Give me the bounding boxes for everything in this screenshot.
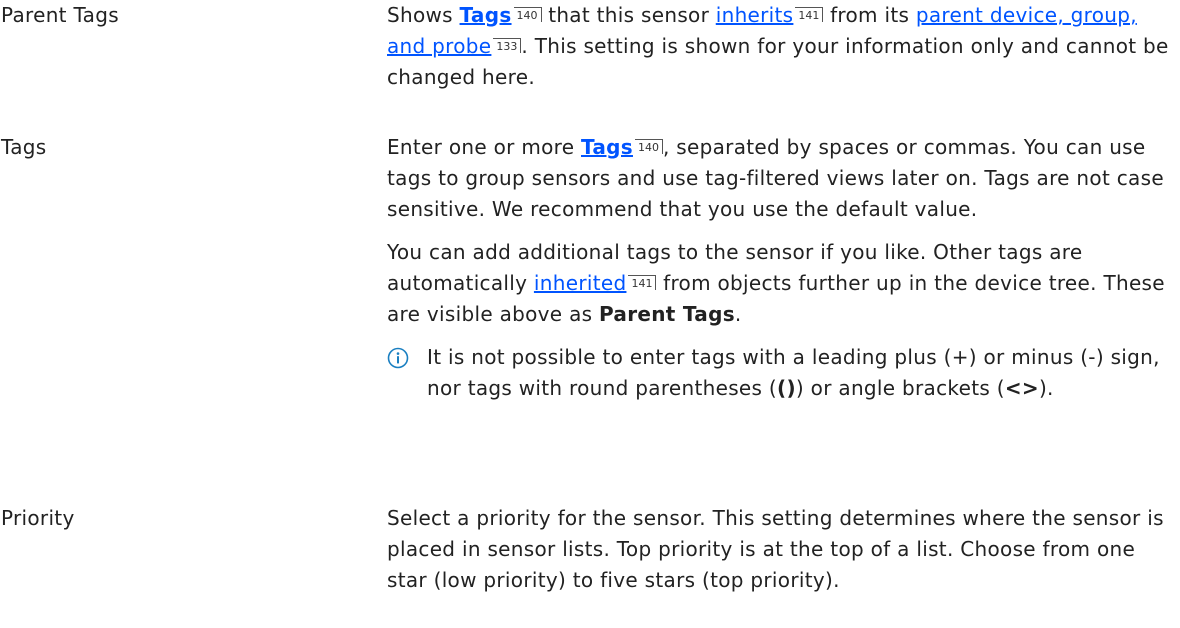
text: Shows [387, 3, 460, 27]
tags-link[interactable]: Tags [460, 3, 512, 27]
priority-description: Select a priority for the sensor. This s… [387, 503, 1177, 596]
text: from its [823, 3, 916, 27]
tags-link[interactable]: Tags [581, 135, 633, 159]
page-ref[interactable]: 140 [513, 7, 542, 22]
text: ). [1038, 376, 1054, 400]
text: that this sensor [541, 3, 716, 27]
page-ref[interactable]: 141 [795, 7, 824, 22]
text: ) or angle brackets ( [795, 376, 1005, 400]
inherits-link[interactable]: inherits [716, 3, 794, 27]
text: Enter one or more [387, 135, 581, 159]
tags-description: Enter one or more Tags 140, separated by … [387, 132, 1177, 404]
text: . [734, 302, 742, 326]
page-ref[interactable]: 141 [628, 275, 657, 290]
parent-tags-bold: Parent Tags [599, 302, 735, 326]
page-ref[interactable]: 133 [493, 38, 522, 53]
priority-text: Select a priority for the sensor. This s… [387, 506, 1164, 592]
page-ref[interactable]: 140 [634, 139, 663, 154]
bold-text: <> [1004, 376, 1039, 400]
info-note: It is not possible to enter tags with a … [387, 342, 1177, 404]
inherited-link[interactable]: inherited [534, 271, 627, 295]
bold-text: () [777, 376, 796, 400]
parent-tags-description: Shows Tags 140 that this sensor inherits 1… [387, 0, 1177, 93]
priority-label: Priority [1, 506, 75, 530]
info-icon [387, 347, 409, 369]
tags-label: Tags [1, 135, 47, 159]
parent-tags-label: Parent Tags [1, 3, 119, 27]
